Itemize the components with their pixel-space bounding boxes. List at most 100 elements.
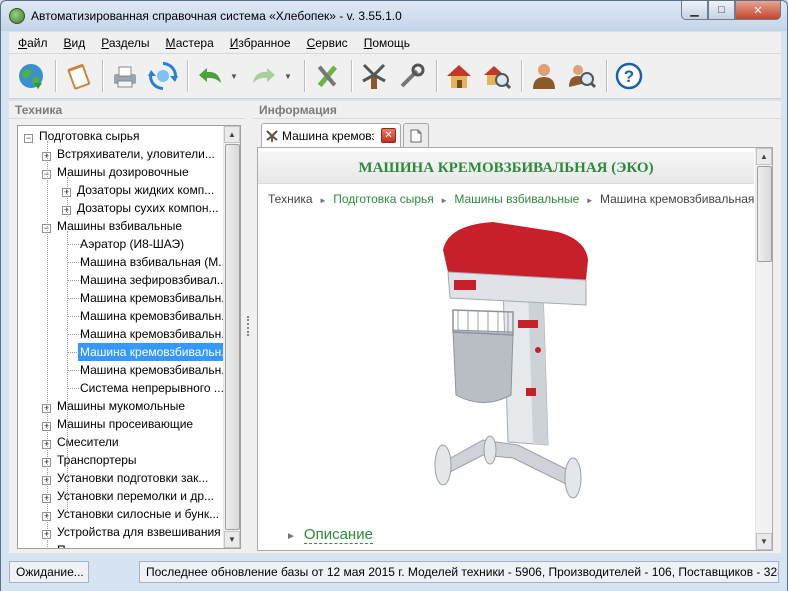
back-button[interactable]	[192, 58, 228, 94]
menu-sections[interactable]: Разделы	[92, 36, 156, 50]
tree-item[interactable]: Аэратор (И8-ШАЭ)	[78, 235, 186, 253]
tree-item-label: Машина взбивальная (М...	[80, 255, 229, 269]
tree-scroll-thumb[interactable]	[225, 144, 240, 530]
tree-item[interactable]: − Машины взбивальные	[42, 217, 184, 235]
tree-item-label: Машина кремовзбивальн...	[80, 327, 232, 341]
tab-close-button[interactable]: ✕	[381, 128, 396, 143]
house-search-icon	[484, 66, 512, 90]
tree-item-label: Установки перемолки и др...	[57, 489, 215, 503]
tree-item[interactable]: Машина кремовзбивальн...	[78, 289, 233, 307]
tech-tree[interactable]: − Подготовка сырья + Встряхиватели, уловите…	[17, 125, 241, 549]
status-bar: Ожидание... Последнее обновление базы от…	[1, 557, 787, 591]
breadcrumb-raw-materials[interactable]: Подготовка сырья	[333, 192, 434, 206]
content-scroll-down[interactable]: ▼	[756, 533, 772, 550]
tab-machine[interactable]: Машина кремовзбивальная (Эко) ✕	[261, 123, 401, 147]
person-search-icon	[569, 65, 597, 89]
description-toggle[interactable]: ► Описание	[286, 526, 373, 544]
status-info: Последнее обновление базы от 12 мая 2015…	[139, 561, 779, 583]
clipboard-icon	[67, 64, 90, 90]
toolbar: ▼ ▼ ?	[9, 54, 781, 99]
tree-item[interactable]: Машина кремовзбивальн...	[78, 361, 233, 379]
info-panel-header: Информация	[253, 101, 781, 119]
forward-button[interactable]	[246, 58, 282, 94]
tree-item[interactable]: Машина взбивальная (М...	[78, 253, 230, 271]
content-scroll-thumb[interactable]	[757, 166, 772, 262]
tree-item[interactable]: + Дозаторы жидких комп...	[62, 181, 216, 199]
windmill-tab-icon	[266, 129, 278, 142]
content-scroll-up[interactable]: ▲	[756, 148, 772, 165]
tree-item-label: Дозаторы жидких комп...	[77, 183, 215, 197]
breadcrumb-root[interactable]: Техника	[268, 192, 313, 206]
suppliers-search-button[interactable]	[564, 58, 600, 94]
tree-item[interactable]: − Подготовка сырья	[24, 127, 142, 145]
tree-item[interactable]: + Машины мукомольные	[42, 397, 187, 415]
tree-item-label: Дозаторы сухих компон...	[77, 201, 219, 215]
breadcrumb-whipping-machines[interactable]: Машины взбивальные	[454, 192, 579, 206]
breadcrumb: Техника ► Подготовка сырья ► Машины взби…	[268, 192, 773, 206]
content-scrollbar[interactable]: ▲ ▼	[755, 148, 772, 550]
svg-text:?: ?	[624, 67, 634, 86]
tree-item[interactable]: + Транспортеры	[42, 451, 139, 469]
tree-item[interactable]: + Установки силосные и бунк...	[42, 505, 221, 523]
status-state: Ожидание...	[9, 561, 89, 583]
menu-wizards[interactable]: Мастера	[157, 36, 221, 50]
new-tab-button[interactable]	[403, 123, 429, 147]
update-globe-button[interactable]	[13, 58, 49, 94]
tree-item-label: Машины взбивальные	[57, 219, 182, 233]
panel-splitter[interactable]	[245, 101, 253, 553]
clipboard-button[interactable]	[60, 58, 96, 94]
edit-button[interactable]	[309, 58, 345, 94]
mill-button[interactable]	[356, 58, 392, 94]
menu-favorites[interactable]: Избранное	[221, 36, 298, 50]
tree-item[interactable]: + Дозаторы сухих компон...	[62, 199, 221, 217]
menu-file[interactable]: Файл	[9, 36, 55, 50]
suppliers-button[interactable]	[526, 58, 562, 94]
tree-item[interactable]: + Смесители	[42, 433, 121, 451]
tree-scroll-up[interactable]: ▲	[224, 126, 240, 143]
tree-item[interactable]: + Встряхиватели, уловители...	[42, 145, 217, 163]
minimize-button[interactable]: ▁	[681, 1, 708, 20]
manufacturers-button[interactable]	[441, 58, 477, 94]
help-button[interactable]: ?	[611, 58, 647, 94]
tree-item[interactable]: Машина кремовзбивальн...	[78, 325, 233, 343]
close-button[interactable]: ✕	[735, 1, 781, 20]
print-button[interactable]	[107, 58, 143, 94]
tree-item-label: Подготовка сырья	[39, 129, 140, 143]
back-dropdown-icon[interactable]: ▼	[230, 72, 240, 81]
pencil-tools-icon	[317, 65, 338, 88]
windmill-icon	[362, 63, 386, 89]
tree-item[interactable]: + Установки перемолки и др...	[42, 487, 216, 505]
tools-icon	[400, 63, 425, 88]
refresh-icon	[148, 62, 178, 90]
maximize-button[interactable]: □	[708, 1, 735, 20]
tech-tree-panel: Техника − Подготовка сырья + Встряхиватели,…	[9, 101, 245, 553]
tree-item[interactable]: Машина кремовзбивальн...	[78, 343, 234, 361]
tree-item[interactable]: Машина зефировзбивал...	[78, 271, 229, 289]
menu-view[interactable]: Вид	[55, 36, 93, 50]
tree-item[interactable]: + Машины просеивающие	[42, 415, 195, 433]
tree-scrollbar[interactable]: ▲ ▼	[223, 126, 240, 548]
machine-photo	[434, 222, 588, 499]
tree-item-label: Машина кремовзбивальн...	[78, 343, 234, 361]
info-content: МАШИНА КРЕМОВЗБИВАЛЬНАЯ (ЭКО) Техника ► …	[257, 147, 773, 551]
tree-item[interactable]: + Устройства для взвешивания	[42, 523, 223, 541]
collapse-minus-icon[interactable]: −	[24, 134, 33, 143]
new-page-icon	[410, 129, 422, 142]
tree-scroll-down[interactable]: ▼	[224, 531, 240, 548]
globe-icon	[19, 64, 43, 89]
person-icon	[533, 64, 555, 89]
forward-dropdown-icon[interactable]: ▼	[284, 72, 294, 81]
refresh-button[interactable]	[145, 58, 181, 94]
tree-item[interactable]: − Машины дозировочные	[42, 163, 191, 181]
expand-plus-icon[interactable]: +	[44, 548, 49, 549]
tree-item-label: П...	[55, 541, 78, 548]
tree-item[interactable]: Система непрерывного ...	[78, 379, 226, 397]
menu-service[interactable]: Сервис	[298, 36, 355, 50]
tree-item[interactable]: Машина кремовзбивальн...	[78, 307, 233, 325]
tree-item-label: Машина зефировзбивал...	[80, 273, 227, 287]
menu-help[interactable]: Помощь	[355, 36, 417, 50]
tree-item-label: Машины просеивающие	[57, 417, 194, 431]
manufacturers-search-button[interactable]	[479, 58, 515, 94]
tools-search-button[interactable]	[394, 58, 430, 94]
breadcrumb-current: Машина кремовзбивальная (Эко)	[599, 192, 773, 206]
